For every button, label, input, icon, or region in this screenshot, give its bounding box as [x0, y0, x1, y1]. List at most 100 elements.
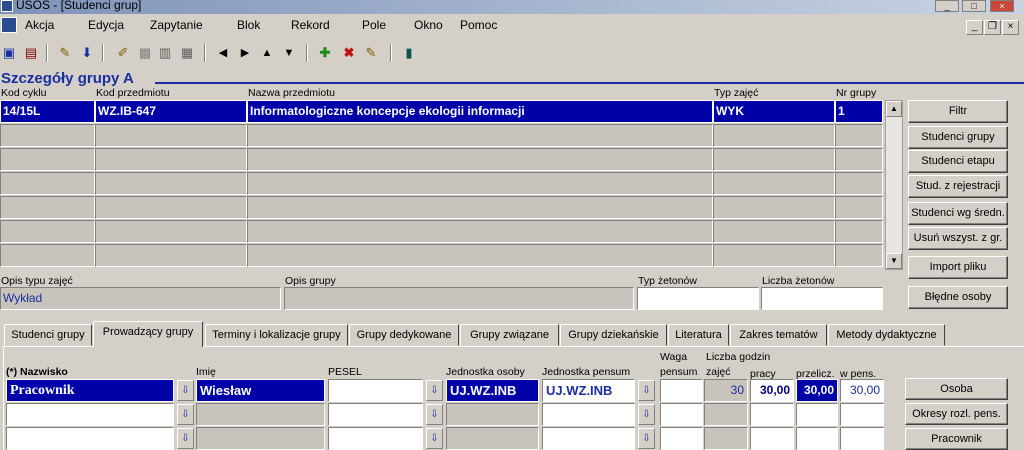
- liczba-zajec-field[interactable]: [704, 403, 748, 426]
- okresy-rozl-pens-button[interactable]: Okresy rozl. pens.: [905, 403, 1008, 425]
- empty-cell[interactable]: [835, 220, 883, 243]
- lov-pesel-icon[interactable]: ⇩: [426, 380, 443, 401]
- imie-field[interactable]: [196, 427, 325, 450]
- tab-prowadzacy-grupy[interactable]: Prowadzący grupy: [93, 321, 203, 347]
- cancel-query-icon[interactable]: ▦: [178, 44, 196, 62]
- empty-cell[interactable]: [95, 244, 247, 267]
- lov-pesel-icon[interactable]: ⇩: [426, 428, 443, 449]
- jednostka-osoby-field[interactable]: [446, 403, 539, 426]
- prev-block-icon[interactable]: ◀: [214, 44, 232, 62]
- empty-cell[interactable]: [0, 196, 95, 219]
- jednostka-pensum-field[interactable]: [542, 403, 635, 426]
- mdi-minimize-button[interactable]: _: [966, 20, 983, 35]
- import-pliku-button[interactable]: Import pliku: [908, 256, 1008, 279]
- empty-cell[interactable]: [247, 148, 713, 171]
- w-pensum-field[interactable]: [840, 403, 884, 426]
- studenci-wg-sredn-button[interactable]: Studenci wg średn.: [908, 202, 1008, 225]
- lov-nazwisko-icon[interactable]: ⇩: [177, 428, 194, 449]
- query-icon[interactable]: ✐: [114, 44, 132, 62]
- stud-z-rejestracji-button[interactable]: Stud. z rejestracji: [908, 175, 1008, 198]
- close-button[interactable]: ×: [990, 0, 1014, 12]
- tab-literatura[interactable]: Literatura: [668, 324, 729, 346]
- liczba-zajec-field[interactable]: [704, 427, 748, 450]
- tab-grupy-zwiazane[interactable]: Grupy związane: [460, 324, 559, 346]
- menu-rekord[interactable]: Rekord: [291, 18, 330, 32]
- lov-pesel-icon[interactable]: ⇩: [426, 404, 443, 425]
- lov-nazwisko-icon[interactable]: ⇩: [177, 404, 194, 425]
- print-icon[interactable]: ▤: [22, 44, 40, 62]
- next-block-icon[interactable]: ▶: [236, 44, 254, 62]
- duplicate-record-icon[interactable]: ✎: [362, 44, 380, 62]
- cell-nazwa-przedmiotu[interactable]: Informatologiczne koncepcje ekologii inf…: [247, 100, 713, 123]
- opis-grupy-field[interactable]: [284, 287, 634, 310]
- empty-cell[interactable]: [0, 172, 95, 195]
- empty-cell[interactable]: [247, 220, 713, 243]
- empty-cell[interactable]: [835, 244, 883, 267]
- jednostka-osoby-field[interactable]: [446, 427, 539, 450]
- waga-pensum-field[interactable]: [660, 379, 703, 402]
- empty-cell[interactable]: [247, 172, 713, 195]
- maximize-button[interactable]: □: [962, 0, 986, 12]
- pesel-field[interactable]: [328, 427, 423, 450]
- cell-kod-cyklu[interactable]: 14/15L: [0, 100, 95, 123]
- empty-cell[interactable]: [713, 172, 835, 195]
- imie-field[interactable]: Wiesław: [196, 379, 325, 402]
- studenci-etapu-button[interactable]: Studenci etapu: [908, 150, 1008, 173]
- empty-cell[interactable]: [0, 244, 95, 267]
- lov-jednostka-pensum-icon[interactable]: ⇩: [638, 428, 655, 449]
- empty-cell[interactable]: [95, 220, 247, 243]
- menu-pole[interactable]: Pole: [362, 18, 386, 32]
- empty-cell[interactable]: [713, 196, 835, 219]
- waga-pensum-field[interactable]: [660, 427, 703, 450]
- empty-cell[interactable]: [835, 124, 883, 147]
- nazwisko-field[interactable]: [6, 427, 174, 450]
- menu-zapytanie[interactable]: Zapytanie: [150, 18, 203, 32]
- menu-edycja[interactable]: Edycja: [88, 18, 124, 32]
- godziny-pracy-field[interactable]: 30,00: [750, 379, 794, 402]
- empty-cell[interactable]: [95, 148, 247, 171]
- minimize-button[interactable]: _: [935, 0, 959, 12]
- empty-cell[interactable]: [95, 196, 247, 219]
- edit-icon[interactable]: ✎: [56, 44, 74, 62]
- jednostka-pensum-field[interactable]: UJ.WZ.INB: [542, 379, 635, 402]
- empty-cell[interactable]: [835, 172, 883, 195]
- empty-cell[interactable]: [247, 196, 713, 219]
- godziny-pracy-field[interactable]: [750, 427, 794, 450]
- godziny-przelicz-field[interactable]: [796, 403, 838, 426]
- empty-cell[interactable]: [95, 172, 247, 195]
- menu-akcja[interactable]: Akcja: [25, 18, 54, 32]
- menu-okno[interactable]: Okno: [414, 18, 443, 32]
- imie-field[interactable]: [196, 403, 325, 426]
- jednostka-osoby-field[interactable]: UJ.WZ.INB: [446, 379, 539, 402]
- empty-cell[interactable]: [247, 124, 713, 147]
- godziny-przelicz-field[interactable]: [796, 427, 838, 450]
- empty-cell[interactable]: [713, 148, 835, 171]
- next-record-icon[interactable]: ▼: [280, 44, 298, 62]
- tab-zakres-tematow[interactable]: Zakres tematów: [730, 324, 827, 346]
- tab-terminy-lokalizacje[interactable]: Terminy i lokalizacje grupy: [205, 324, 348, 346]
- scroll-down-icon[interactable]: ▼: [886, 253, 902, 269]
- waga-pensum-field[interactable]: [660, 403, 703, 426]
- pesel-field[interactable]: [328, 379, 423, 402]
- empty-cell[interactable]: [0, 124, 95, 147]
- lov-jednostka-pensum-icon[interactable]: ⇩: [638, 380, 655, 401]
- empty-cell[interactable]: [0, 220, 95, 243]
- exit-icon[interactable]: ▮: [400, 44, 418, 62]
- godziny-przelicz-field[interactable]: 30,00: [796, 379, 838, 402]
- empty-cell[interactable]: [247, 244, 713, 267]
- tab-metody-dydaktyczne[interactable]: Metody dydaktyczne: [828, 324, 945, 346]
- tab-studenci-grupy[interactable]: Studenci grupy: [4, 324, 92, 346]
- usun-wszyst-button[interactable]: Usuń wszyst. z gr.: [908, 227, 1008, 250]
- pesel-field[interactable]: [328, 403, 423, 426]
- empty-cell[interactable]: [835, 148, 883, 171]
- empty-cell[interactable]: [713, 220, 835, 243]
- count-icon[interactable]: ▥: [156, 44, 174, 62]
- save-icon[interactable]: ▣: [0, 44, 18, 62]
- execute-query-icon[interactable]: ▩: [136, 44, 154, 62]
- w-pensum-field[interactable]: [840, 427, 884, 450]
- liczba-zajec-field[interactable]: 30: [704, 379, 748, 402]
- studenci-grupy-button[interactable]: Studenci grupy: [908, 126, 1008, 149]
- nazwisko-field[interactable]: [6, 403, 174, 426]
- empty-cell[interactable]: [713, 124, 835, 147]
- pracownik-button[interactable]: Pracownik: [905, 428, 1008, 450]
